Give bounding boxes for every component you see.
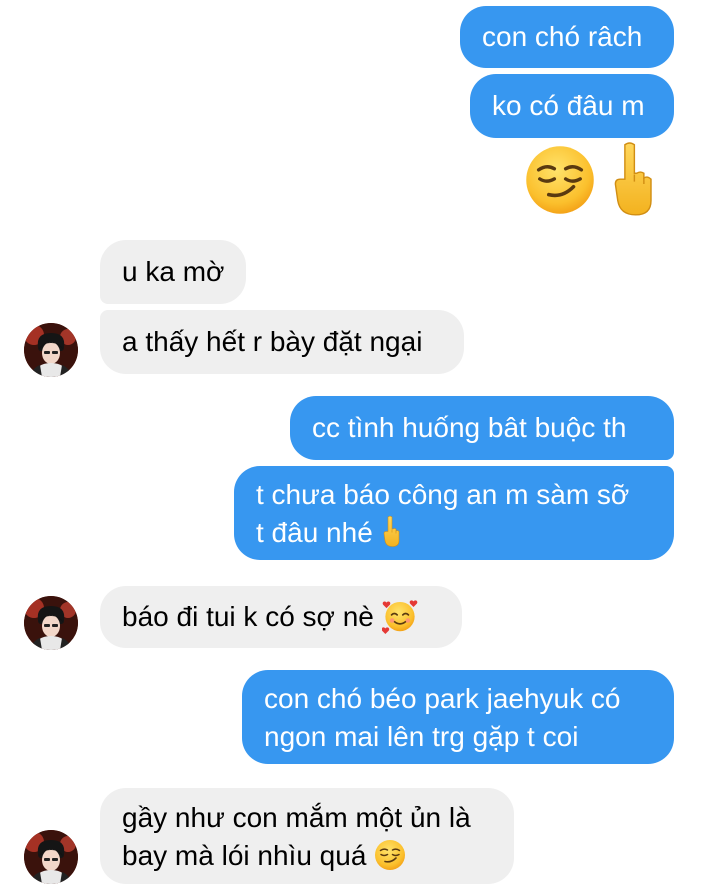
message-text: con chó râch <box>482 21 643 52</box>
middle-finger-icon <box>381 515 401 547</box>
incoming-message-bubble[interactable]: a thấy hết r bày đặt ngại <box>100 310 464 374</box>
avatar[interactable] <box>24 596 78 650</box>
middle-finger-icon <box>608 140 656 216</box>
outgoing-message-bubble[interactable]: con chó râch <box>460 6 674 68</box>
message-text-line-1: t chưa báo công an m sàm sỡ <box>256 479 630 510</box>
incoming-message-bubble[interactable]: báo đi tui k có sợ nè <box>100 586 462 648</box>
message-text: báo đi tui k có sợ nè <box>122 601 374 632</box>
smiling-face-with-hearts-icon <box>382 598 418 634</box>
message-text-line-2: bay mà lói nhìu quá <box>122 837 492 875</box>
message-text-line-2: ngon mai lên trg gặp t coi <box>264 721 579 752</box>
message-text-line-2: t đâu nhé <box>256 514 652 552</box>
message-text: u ka mờ <box>122 256 225 287</box>
outgoing-message-bubble[interactable]: t chưa báo công an m sàm sỡ t đâu nhé <box>234 466 674 560</box>
incoming-message-bubble[interactable]: u ka mờ <box>100 240 246 304</box>
message-text: a thấy hết r bày đặt ngại <box>122 326 423 357</box>
smirking-face-icon <box>374 839 406 871</box>
smirking-face-icon <box>524 144 596 216</box>
message-text-line-1: gầy như con mắm một ủn là <box>122 802 471 833</box>
incoming-message-bubble[interactable]: gầy như con mắm một ủn là bay mà lói nhì… <box>100 788 514 884</box>
message-text: cc tình huống bât buộc th <box>312 412 627 443</box>
outgoing-emoji-message[interactable] <box>524 140 684 216</box>
message-text: ko có đâu m <box>492 90 645 121</box>
avatar[interactable] <box>24 830 78 884</box>
outgoing-message-bubble[interactable]: ko có đâu m <box>470 74 674 138</box>
outgoing-message-bubble[interactable]: cc tình huống bât buộc th <box>290 396 674 460</box>
avatar[interactable] <box>24 323 78 377</box>
message-text-line-1: con chó béo park jaehyuk có <box>264 683 621 714</box>
outgoing-message-bubble[interactable]: con chó béo park jaehyuk có ngon mai lên… <box>242 670 674 764</box>
